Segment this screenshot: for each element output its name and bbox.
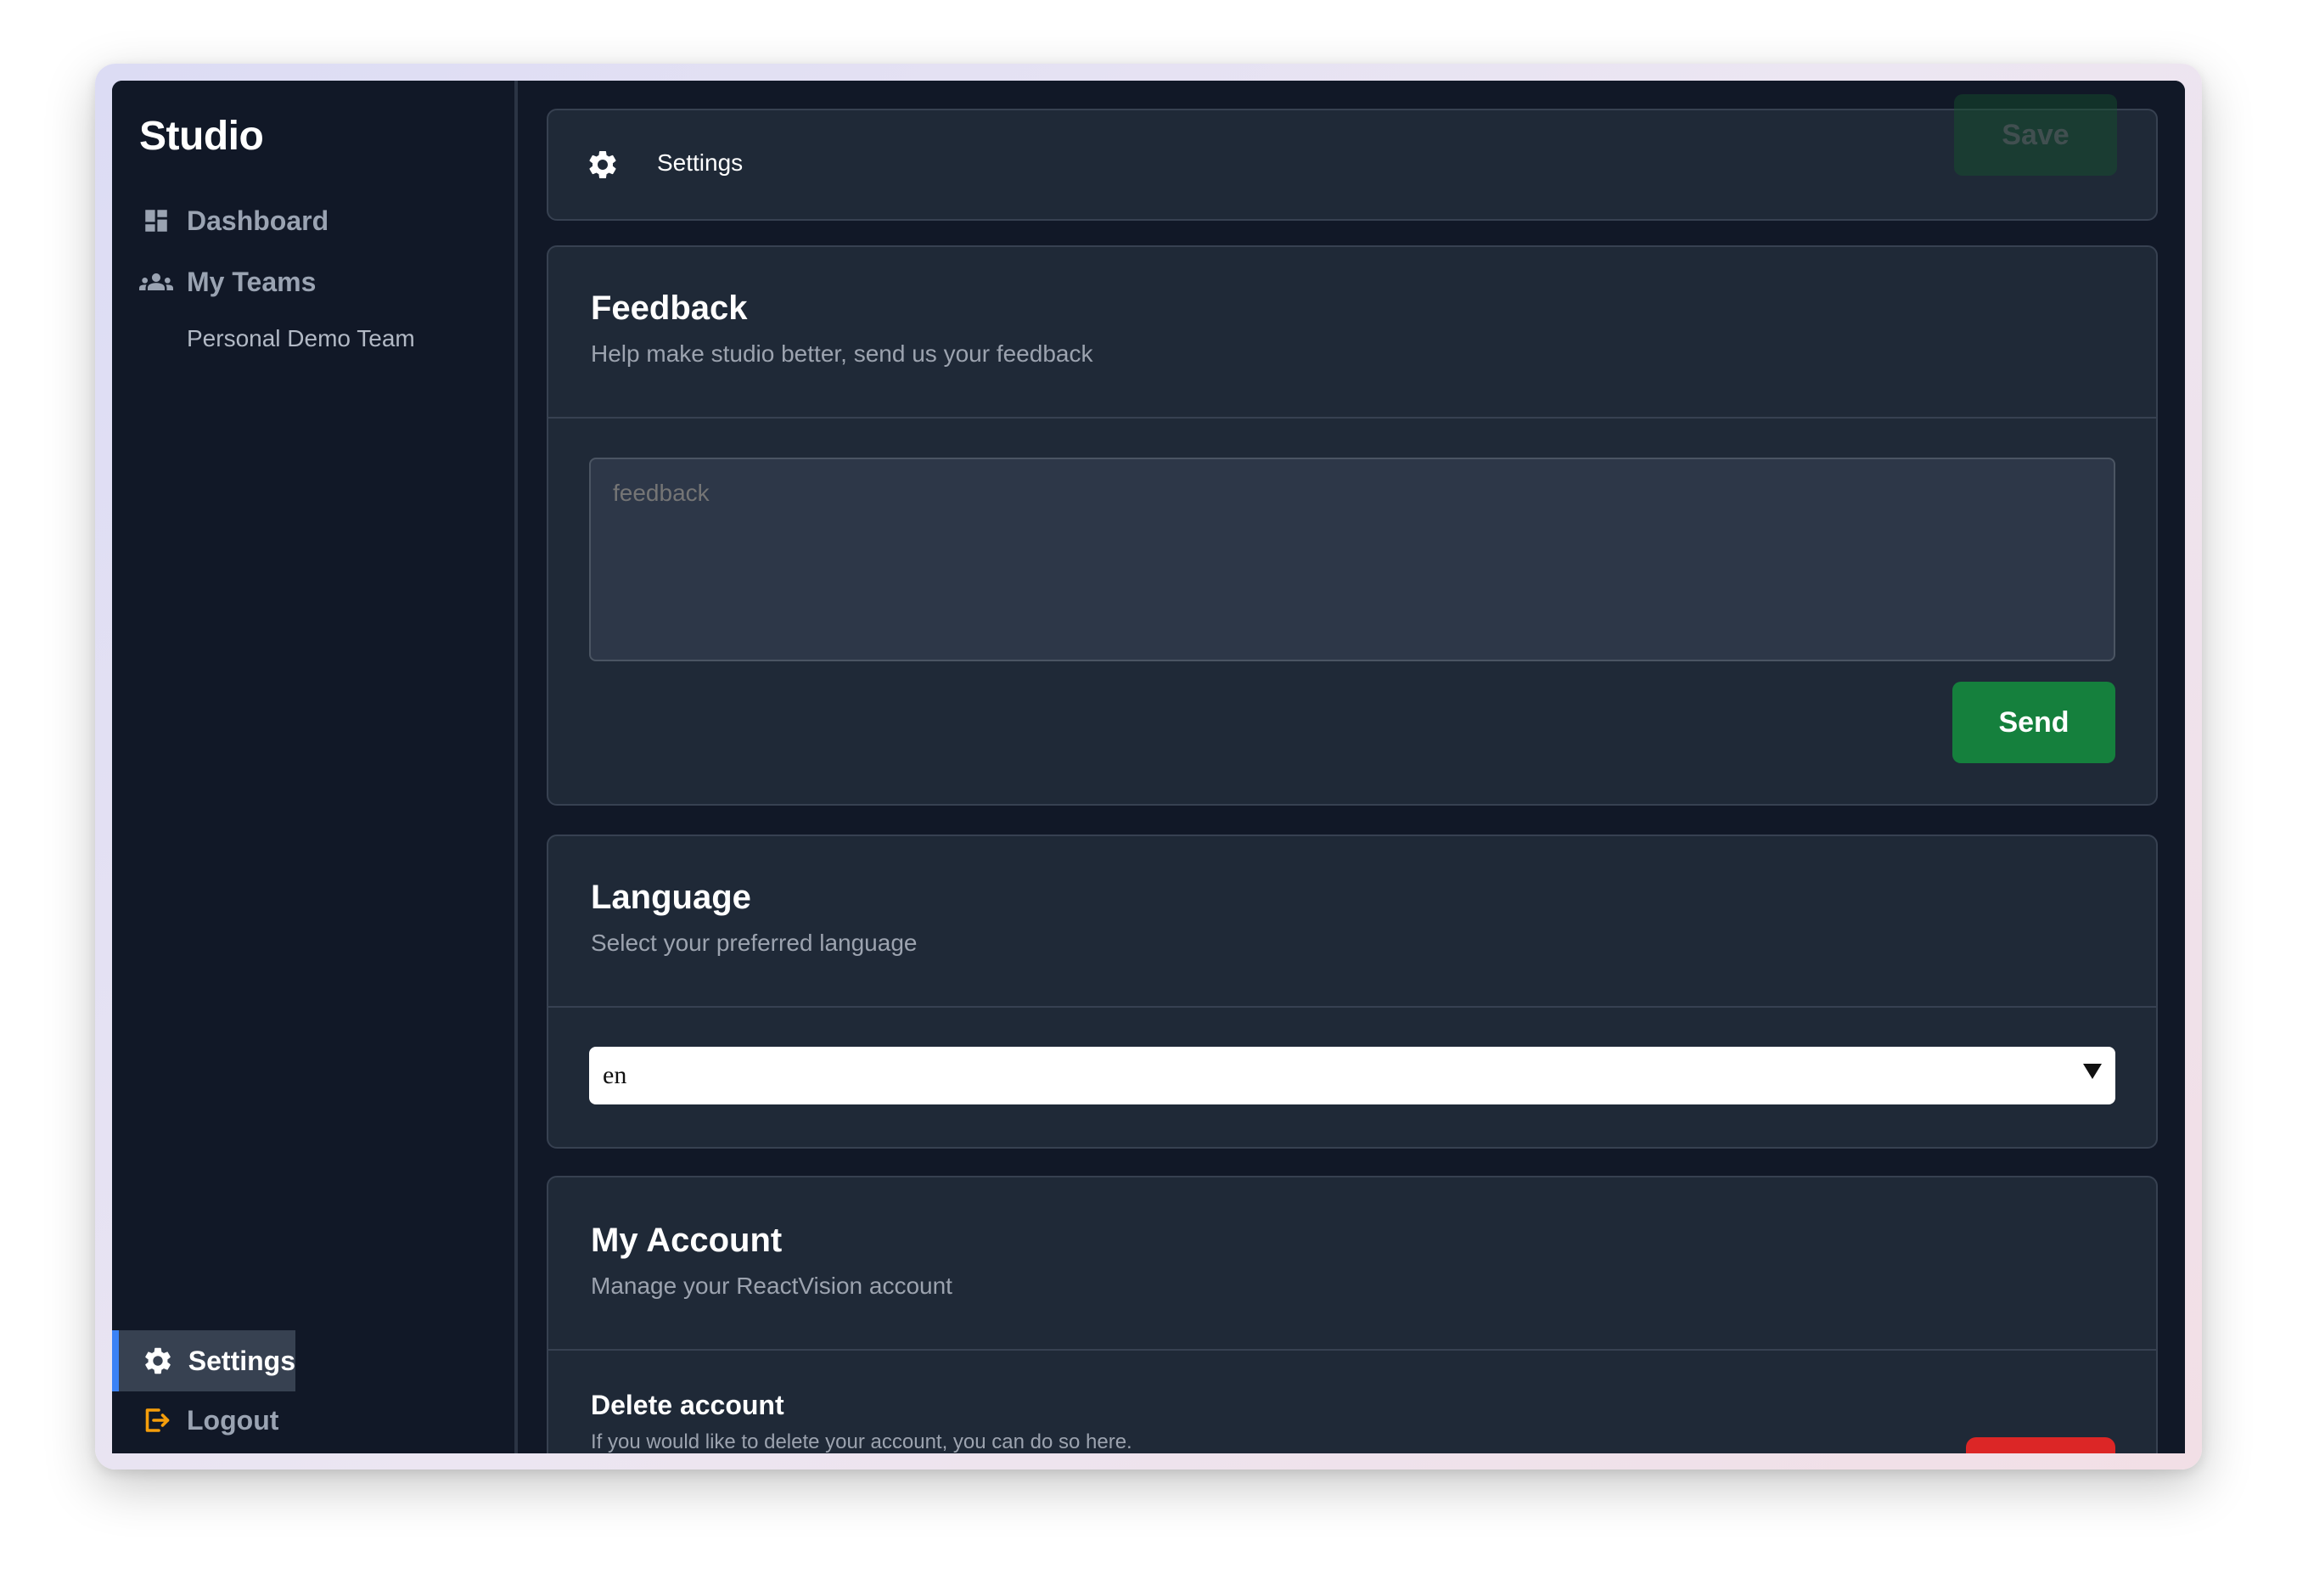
feedback-textarea[interactable] <box>589 458 2115 661</box>
brand-title: Studio <box>139 114 264 159</box>
account-title: My Account <box>591 1222 783 1259</box>
language-subtitle: Select your preferred language <box>591 930 918 956</box>
sidebar-item-personal-demo-team[interactable]: Personal Demo Team <box>187 325 415 352</box>
feedback-subtitle: Help make studio better, send us your fe… <box>591 340 1093 367</box>
feedback-card: Feedback Help make studio better, send u… <box>547 245 2158 806</box>
sidebar-item-logout[interactable]: Logout <box>139 1396 278 1444</box>
save-button[interactable]: Save <box>1954 94 2117 176</box>
feedback-title: Feedback <box>591 289 748 327</box>
dashboard-icon <box>139 204 173 238</box>
divider <box>548 1349 2156 1351</box>
app-window: Studio Dashboard My Teams Personal Demo … <box>112 81 2185 1453</box>
language-select[interactable]: en <box>589 1047 2115 1104</box>
gear-icon <box>141 1344 175 1378</box>
sidebar-item-label: Settings <box>188 1345 295 1376</box>
delete-account-title: Delete account <box>591 1390 784 1420</box>
sidebar-item-label: Logout <box>187 1404 279 1436</box>
users-icon <box>139 265 173 299</box>
delete-account-description: If you would like to delete your account… <box>591 1430 1132 1453</box>
settings-header-card: Settings <box>547 109 2158 221</box>
logout-icon <box>139 1403 173 1437</box>
divider <box>548 1006 2156 1008</box>
divider <box>548 417 2156 419</box>
sidebar-item-dashboard[interactable]: Dashboard <box>139 197 329 244</box>
send-button[interactable]: Send <box>1952 682 2115 763</box>
language-card: Language Select your preferred language … <box>547 835 2158 1149</box>
sidebar-item-my-teams[interactable]: My Teams <box>139 258 316 306</box>
delete-account-button[interactable] <box>1966 1437 2115 1453</box>
sidebar: Studio Dashboard My Teams Personal Demo … <box>112 81 518 1453</box>
sidebar-item-label: Dashboard <box>187 205 329 236</box>
main-content: Settings Save Feedback Help make studio … <box>518 81 2185 1453</box>
sidebar-item-label: My Teams <box>187 266 317 297</box>
account-card: My Account Manage your ReactVision accou… <box>547 1176 2158 1453</box>
caret-down-icon <box>2083 1064 2102 1079</box>
language-select-value: en <box>603 1061 627 1089</box>
account-subtitle: Manage your ReactVision account <box>591 1273 952 1299</box>
gear-icon <box>586 148 620 182</box>
page-title: Settings <box>657 149 744 176</box>
sidebar-item-settings[interactable]: Settings <box>112 1330 295 1391</box>
language-title: Language <box>591 879 751 916</box>
